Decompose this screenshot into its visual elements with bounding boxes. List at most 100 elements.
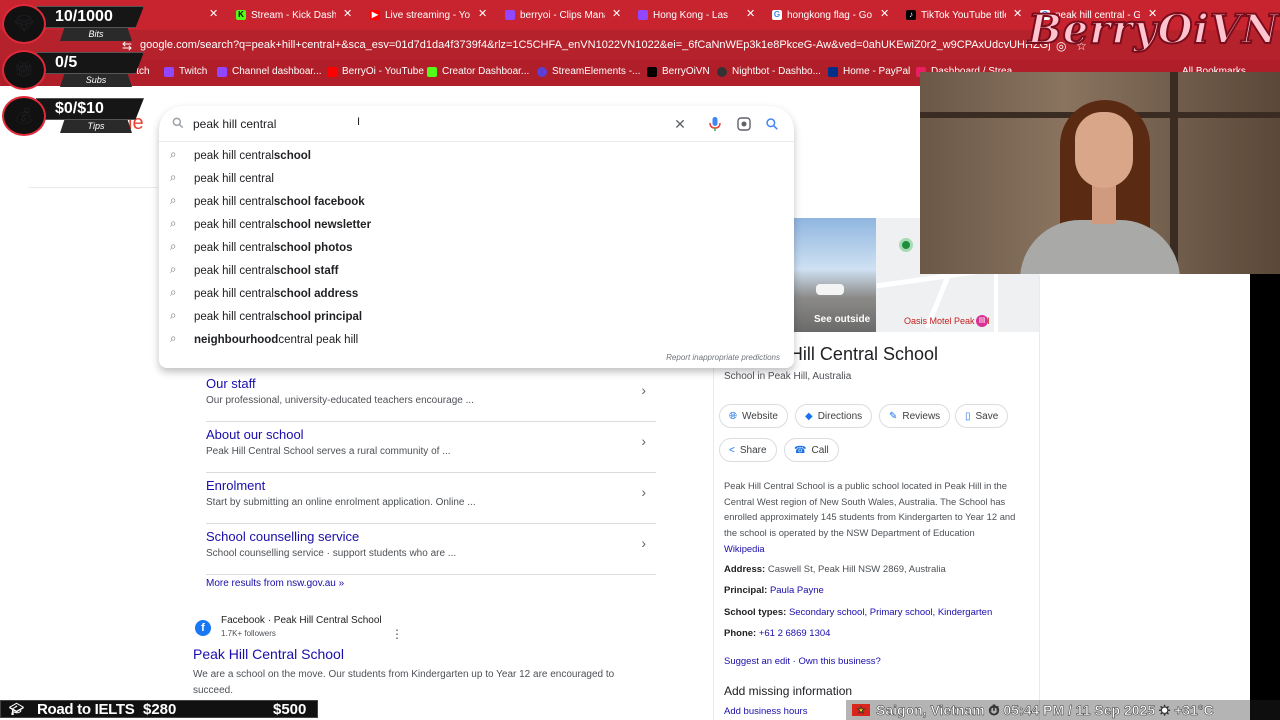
browser-tab[interactable]: ▶ Live streaming - You xyxy=(370,4,470,26)
search-icon: ⌕ xyxy=(170,333,177,345)
suggest-edit-link[interactable]: Suggest an edit · Own this business? xyxy=(724,656,881,667)
tips-goal: $0/$10 Tips 💰︎ xyxy=(0,94,145,136)
camera-lens-icon[interactable] xyxy=(735,115,753,133)
bookmark-item[interactable]: Channel dashboar... xyxy=(217,66,322,77)
streamer-torso xyxy=(1020,220,1180,274)
reviews-button[interactable]: ✎ Reviews xyxy=(879,404,951,428)
close-tab-icon[interactable]: ✕ xyxy=(478,8,487,20)
browser-tab[interactable]: Hong Kong - Las xyxy=(638,4,738,26)
chevron-right-icon: › xyxy=(641,382,646,398)
result-title-link[interactable]: Peak Hill Central School xyxy=(193,646,344,662)
suggestion-item[interactable]: ⌕ peak hill central school principal xyxy=(159,305,794,328)
search-icon: ⌕ xyxy=(170,172,177,184)
close-tab-icon[interactable]: ✕ xyxy=(880,8,889,20)
search-bar: ✕ xyxy=(159,106,794,142)
report-predictions-link[interactable]: Report inappropriate predictions xyxy=(666,353,780,362)
bookmark-item[interactable]: BerryOiVN xyxy=(647,66,710,77)
side-letterbox xyxy=(1250,274,1280,720)
paypal-icon xyxy=(828,66,838,77)
panel-subtitle: School in Peak Hill, Australia xyxy=(724,371,852,382)
suggestion-item[interactable]: ⌕ peak hill central school address xyxy=(159,282,794,305)
wikipedia-link[interactable]: Wikipedia xyxy=(724,543,765,554)
save-button[interactable]: ▯ Save xyxy=(955,404,1009,428)
fact-address: Address: Caswell St, Peak Hill NSW 2869,… xyxy=(724,564,946,575)
bookmark-item[interactable]: Creator Dashboar... xyxy=(427,66,529,77)
directions-button[interactable]: ◆ Directions xyxy=(795,404,873,428)
suggestion-item[interactable]: ⌕ peak hill central school photos xyxy=(159,236,794,259)
fact-school-types: School types: Secondary school, Primary … xyxy=(724,607,993,618)
microphone-icon[interactable] xyxy=(706,115,724,133)
search-icon: ⌕ xyxy=(170,195,177,207)
suggestion-item[interactable]: ⌕ peak hill central school facebook xyxy=(159,190,794,213)
bits-icon: 💎︎ xyxy=(2,4,46,44)
add-hours-link[interactable]: Add business hours xyxy=(724,706,807,717)
see-outside-label[interactable]: See outside xyxy=(814,314,870,325)
facebook-icon: f xyxy=(195,620,211,636)
bookmark-item[interactable]: StreamElements -... xyxy=(537,66,640,77)
bookmark-item[interactable]: Home - PayPal xyxy=(828,66,910,77)
location-time-ticker: ★ Saigon, Vietnam ⏱ 05:44 PM / 11 Sep 20… xyxy=(846,700,1280,720)
result-source[interactable]: Facebook · Peak Hill Central School xyxy=(221,615,382,626)
suggestion-item[interactable]: ⌕ peak hill central school newsletter xyxy=(159,213,794,236)
search-submit-icon[interactable] xyxy=(763,115,781,133)
map-pin-icon[interactable] xyxy=(899,238,913,252)
browser-tab[interactable]: K Stream - Kick Dashb xyxy=(236,4,336,26)
sitelink-our-staff[interactable]: Our staff Our professional, university-e… xyxy=(206,376,656,422)
clear-icon[interactable]: ✕ xyxy=(671,115,689,133)
graduation-cap-icon: 🎓︎ xyxy=(9,702,25,716)
subs-goal: 0/5 Subs 🎁︎ xyxy=(0,48,145,90)
suggestion-item[interactable]: ⌕ neighbourhood central peak hill xyxy=(159,328,794,351)
close-tab-icon[interactable]: ✕ xyxy=(1013,8,1022,20)
sitelink-about[interactable]: About our school Peak Hill Central Schoo… xyxy=(206,427,656,473)
call-button[interactable]: ☎ Call xyxy=(784,438,839,462)
shelf xyxy=(1170,72,1178,274)
search-icon: ⌕ xyxy=(170,149,177,161)
vietnam-flag-icon: ★ xyxy=(852,704,870,716)
bookmark-item[interactable]: BerryOi - YouTube xyxy=(327,66,424,77)
close-tab-icon[interactable]: ✕ xyxy=(343,8,352,20)
bookmark-item[interactable]: Nightbot - Dashbo... xyxy=(717,66,821,77)
more-results-link[interactable]: More results from nsw.gov.au » xyxy=(206,578,344,589)
suggestion-item[interactable]: ⌕ peak hill central school staff xyxy=(159,259,794,282)
tiktok-icon xyxy=(647,66,657,77)
browser-tab[interactable]: ♪ TikTok YouTube title xyxy=(906,4,1006,26)
panel-divider xyxy=(713,340,714,720)
share-button[interactable]: < Share xyxy=(719,438,777,462)
twitch-icon xyxy=(164,66,174,77)
close-tab-icon[interactable]: ✕ xyxy=(612,8,621,20)
browser-tab[interactable]: berryoi - Clips Mana xyxy=(505,4,605,26)
search-icon: ⌕ xyxy=(170,241,177,253)
streamer-face xyxy=(1075,112,1133,188)
browser-tab[interactable]: Ghongkong flag - Goo xyxy=(772,4,872,26)
close-tab-icon[interactable]: ✕ xyxy=(209,8,218,20)
more-options-icon[interactable]: ⋮ xyxy=(391,627,403,641)
header-divider xyxy=(28,187,158,188)
kick-icon xyxy=(427,66,437,77)
kick-icon: K xyxy=(236,10,246,20)
search-autocomplete: ✕ ⌕peak hill central school ⌕peak hill c… xyxy=(159,106,794,368)
chevron-right-icon: › xyxy=(641,484,646,500)
twitch-icon xyxy=(217,66,227,77)
streamer xyxy=(1020,100,1180,274)
tiktok-icon: ♪ xyxy=(906,10,916,20)
streamelements-icon xyxy=(537,66,547,77)
donation-goal-bar: 🎓︎ Road to IELTS $280 $500 xyxy=(0,700,318,718)
close-tab-icon[interactable]: ✕ xyxy=(746,8,755,20)
search-icon: ⌕ xyxy=(170,218,177,230)
review-icon: ✎ xyxy=(889,410,898,422)
search-icon: ⌕ xyxy=(170,264,177,276)
url-field[interactable]: google.com/search?q=peak+hill+central+&s… xyxy=(140,39,1050,51)
webcam-feed xyxy=(920,72,1280,274)
sitelink-enrolment[interactable]: Enrolment Start by submitting an online … xyxy=(206,478,656,524)
search-input[interactable] xyxy=(193,114,663,134)
sitelink-counselling[interactable]: School counselling service School counse… xyxy=(206,529,656,575)
fact-principal: Principal: Paula Payne xyxy=(724,585,824,596)
suggestion-item[interactable]: ⌕ peak hill central xyxy=(159,167,794,190)
photo-car xyxy=(816,284,844,295)
subs-icon: 🎁︎ xyxy=(2,50,46,90)
bookmark-item[interactable]: Twitch xyxy=(164,66,207,77)
website-button[interactable]: 🌐︎ Website xyxy=(719,404,788,428)
suggestion-item[interactable]: ⌕ peak hill central school xyxy=(159,144,794,167)
chevron-right-icon: › xyxy=(641,433,646,449)
bits-goal: 10/1000 Bits 💎︎ xyxy=(0,2,145,44)
